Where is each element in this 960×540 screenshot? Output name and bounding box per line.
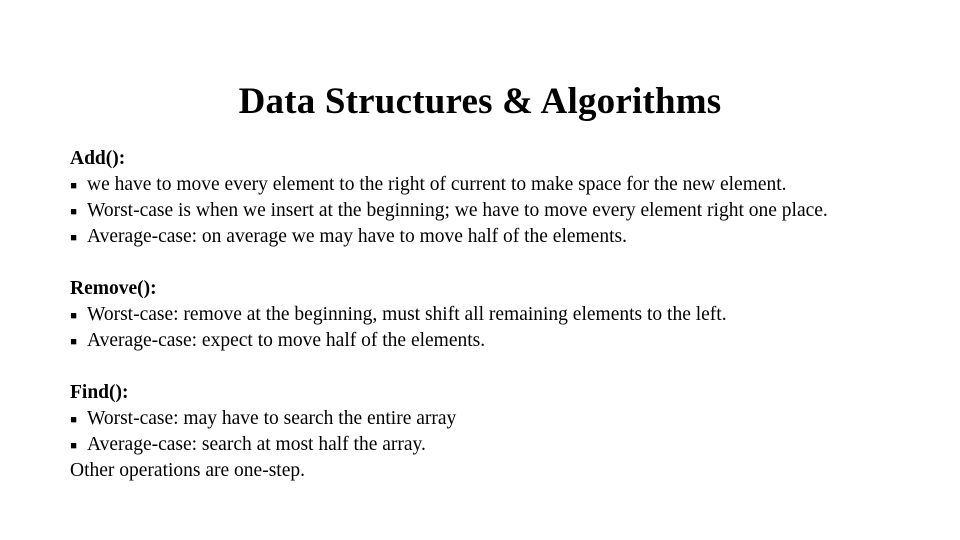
page-title: Data Structures & Algorithms — [238, 80, 722, 122]
section-find: Find(): ▪ Worst-case: may have to search… — [70, 380, 886, 484]
section-heading: Remove(): — [70, 278, 157, 299]
list-item: ▪ Worst-case is when we insert at the be… — [70, 198, 886, 224]
section-remove: Remove(): ▪ Worst-case: remove at the be… — [70, 276, 886, 354]
section-heading: Find(): — [70, 382, 129, 403]
list-item: ▪ Worst-case: may have to search the ent… — [70, 406, 886, 432]
list-item: ▪ Average-case: on average we may have t… — [70, 224, 886, 250]
section-heading: Add(): — [70, 148, 126, 169]
list-item-text: Worst-case: remove at the beginning, mus… — [87, 304, 727, 325]
list-item-text: Average-case: search at most half the ar… — [87, 434, 426, 455]
list-item-text: Worst-case is when we insert at the begi… — [87, 200, 828, 221]
square-bullet-icon: ▪ — [70, 178, 78, 192]
square-bullet-icon: ▪ — [70, 230, 78, 244]
section-add: Add(): ▪ we have to move every element t… — [70, 146, 886, 250]
square-bullet-icon: ▪ — [70, 308, 78, 322]
list-item: ▪ Average-case: expect to move half of t… — [70, 328, 886, 354]
list-item-text: Average-case: on average we may have to … — [87, 226, 627, 247]
list-item-text: we have to move every element to the rig… — [87, 174, 787, 195]
square-bullet-icon: ▪ — [70, 438, 78, 452]
square-bullet-icon: ▪ — [70, 204, 78, 218]
square-bullet-icon: ▪ — [70, 412, 78, 426]
list-item: ▪ we have to move every element to the r… — [70, 172, 886, 198]
slide-body: Add(): ▪ we have to move every element t… — [70, 146, 886, 484]
list-item-text: Average-case: expect to move half of the… — [87, 330, 486, 351]
list-item: ▪ Worst-case: remove at the beginning, m… — [70, 302, 886, 328]
closing-note: Other operations are one-step. — [70, 460, 305, 481]
square-bullet-icon: ▪ — [70, 334, 78, 348]
list-item-text: Worst-case: may have to search the entir… — [87, 408, 457, 429]
list-item: ▪ Average-case: search at most half the … — [70, 432, 886, 458]
slide-canvas: Data Structures & Algorithms Add(): ▪ we… — [0, 0, 960, 540]
